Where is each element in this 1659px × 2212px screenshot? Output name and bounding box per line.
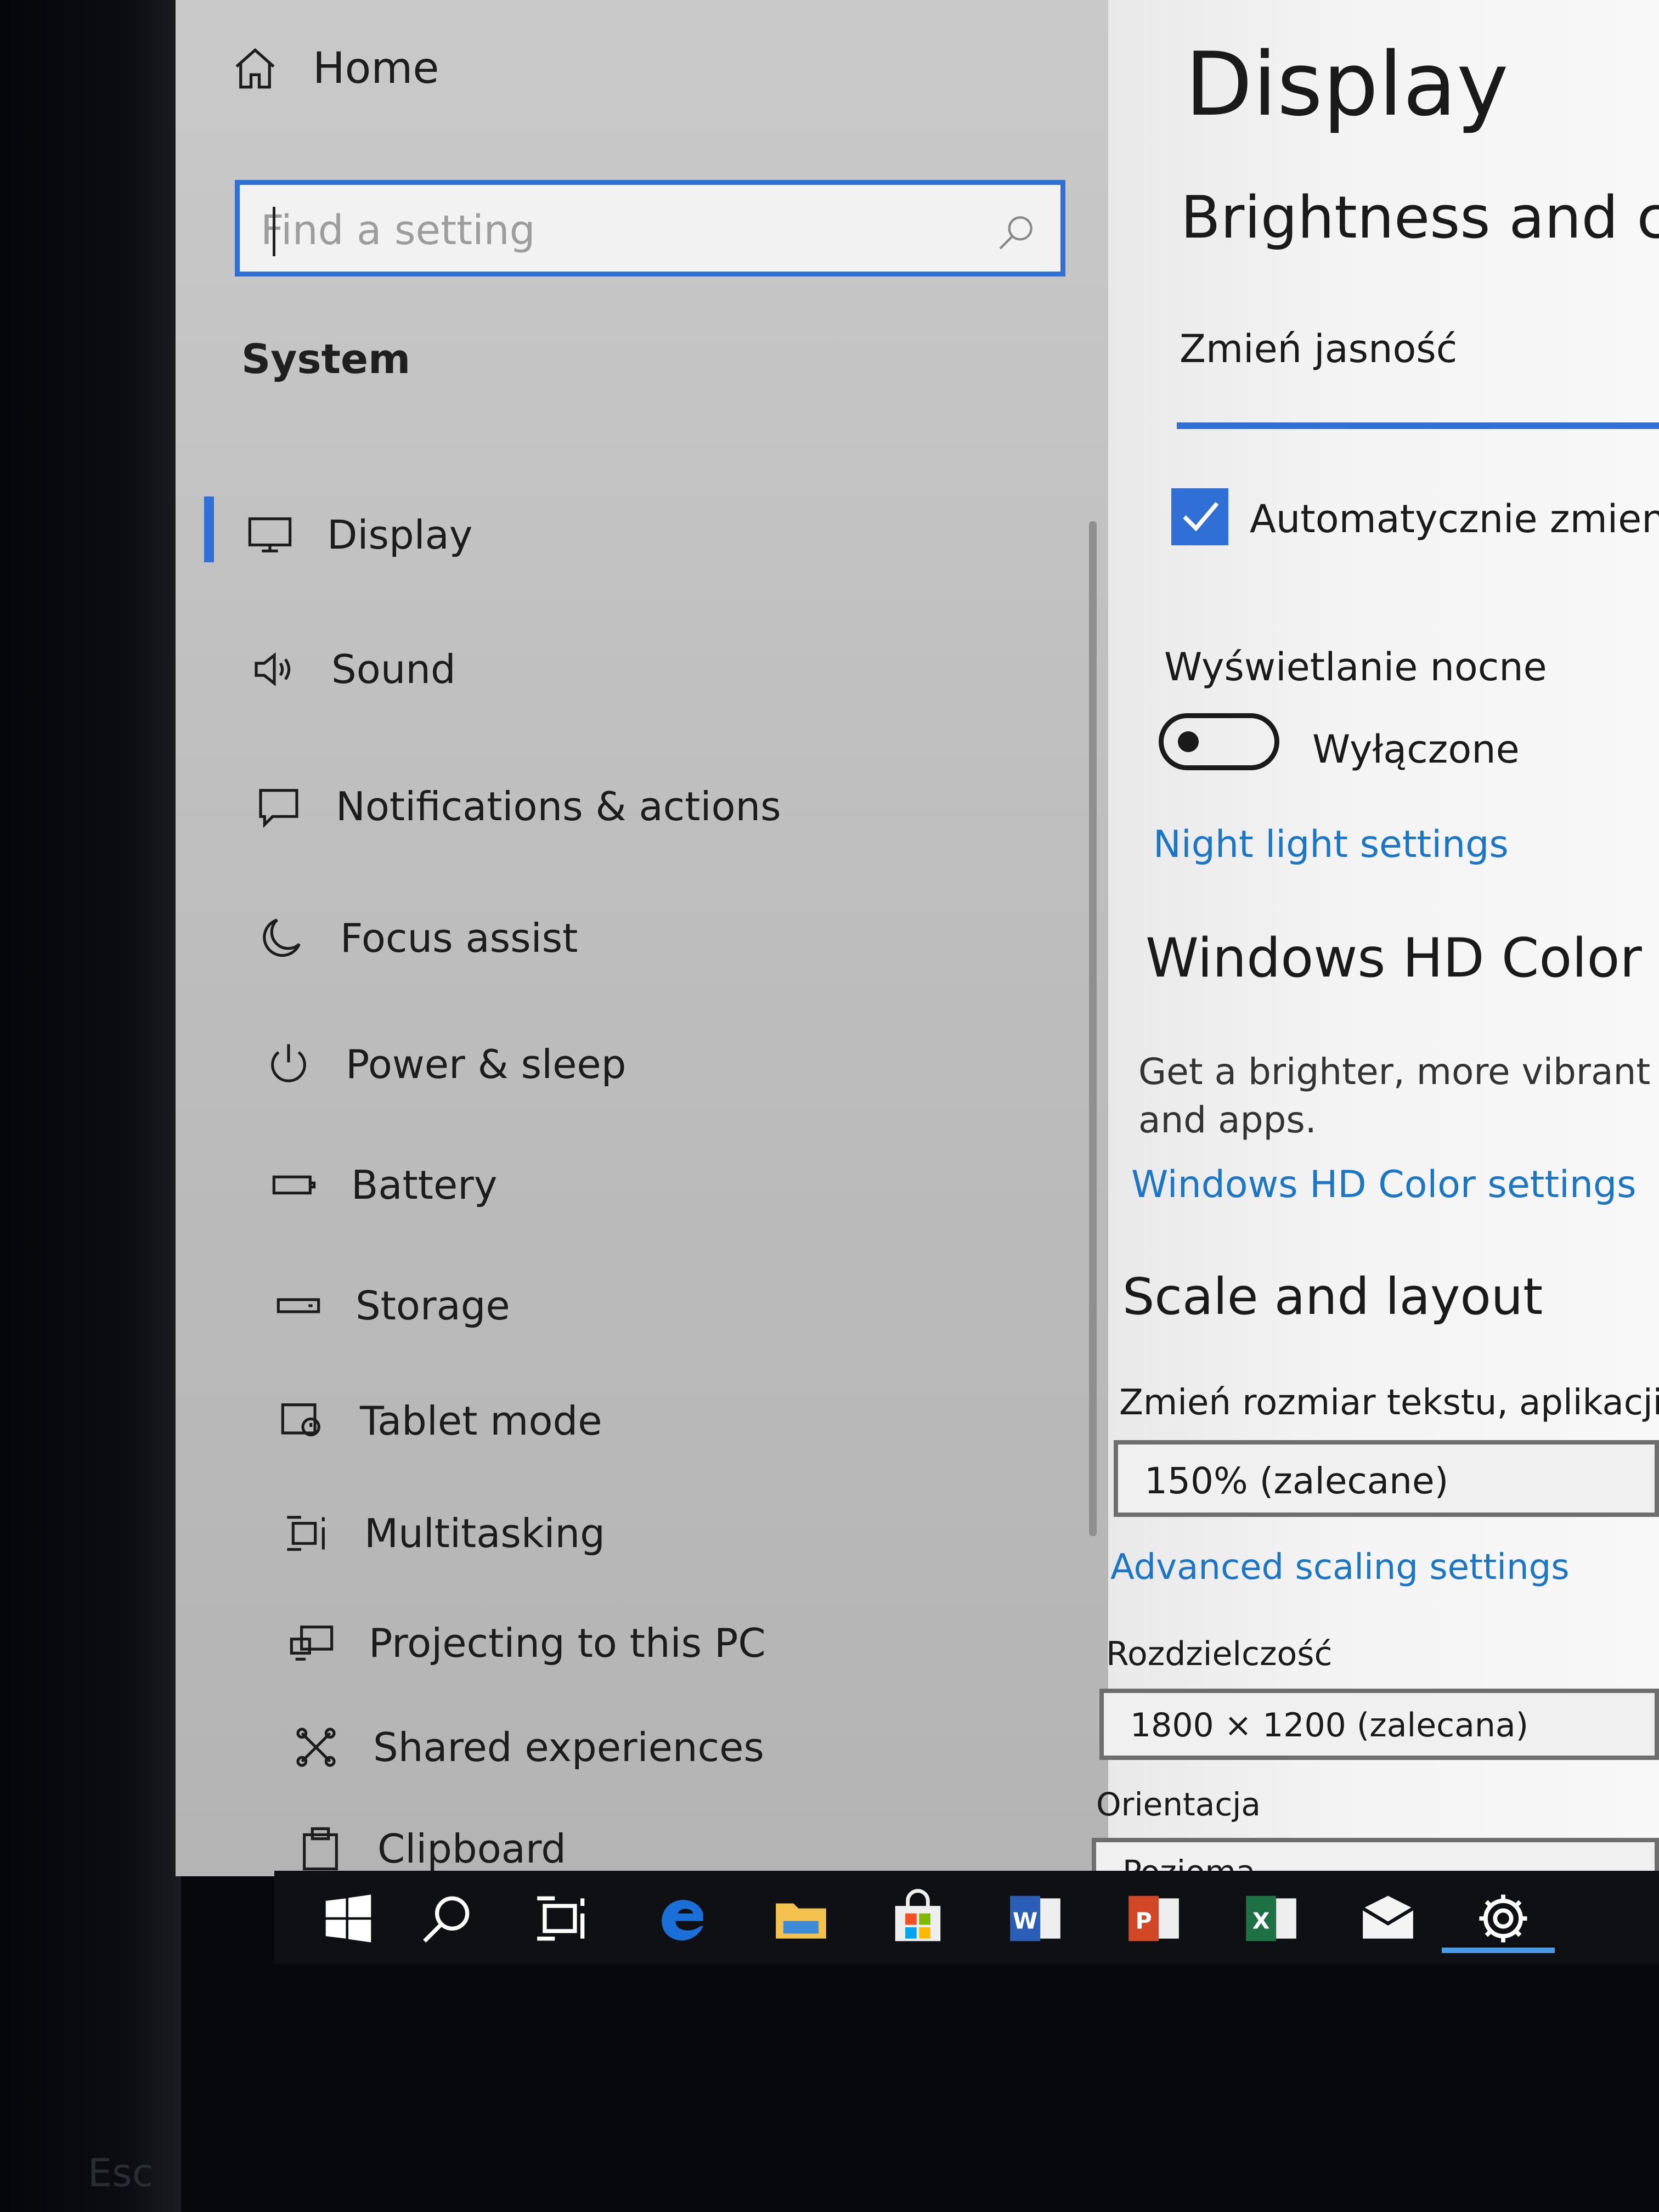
hd-color-desc-line1: Get a brighter, more vibrant pict: [1138, 1051, 1659, 1093]
home-label: Home: [313, 44, 439, 93]
speaker-icon: [255, 652, 291, 687]
svg-text:X: X: [1252, 1908, 1270, 1934]
nav-item-projecting[interactable]: Projecting to this PC: [287, 1610, 766, 1676]
checkmark-icon: [1183, 502, 1219, 532]
nav-item-clipboard[interactable]: Clipboard: [296, 1816, 566, 1876]
nav-item-storage[interactable]: Storage: [274, 1273, 510, 1339]
brightness-label: Zmień jasność: [1180, 326, 1458, 371]
text-caret: [273, 207, 275, 256]
night-light-toggle[interactable]: [1159, 713, 1279, 770]
esc-key: Esc: [88, 2151, 154, 2196]
resolution-dropdown[interactable]: 1800 × 1200 (zalecana): [1099, 1689, 1659, 1760]
search-icon[interactable]: [417, 1888, 477, 1949]
resolution-value: 1800 × 1200 (zalecana): [1130, 1706, 1529, 1745]
hd-color-description: Get a brighter, more vibrant pict and ap…: [1138, 1048, 1659, 1144]
battery-icon: [272, 1175, 316, 1195]
multitasking-icon: [287, 1516, 325, 1551]
search-icon[interactable]: [995, 210, 1039, 254]
home-button[interactable]: Home: [230, 38, 439, 99]
edge-icon[interactable]: [653, 1888, 713, 1949]
selected-indicator: [204, 496, 214, 562]
notification-icon: [259, 789, 298, 828]
orientation-label: Orientacja: [1096, 1786, 1261, 1823]
nav-item-tablet-mode[interactable]: Tablet mode: [279, 1388, 602, 1454]
section-title: System: [241, 336, 411, 383]
search-box[interactable]: [235, 180, 1065, 276]
page-title: Display: [1185, 33, 1509, 136]
power-icon: [271, 1044, 306, 1082]
advanced-scaling-link[interactable]: Advanced scaling settings: [1110, 1547, 1570, 1588]
mail-icon[interactable]: [1358, 1888, 1418, 1949]
brightness-slider[interactable]: [1177, 422, 1659, 429]
nav-item-label: Tablet mode: [360, 1398, 602, 1444]
nav-item-sound[interactable]: Sound: [250, 636, 456, 702]
auto-brightness-label: Automatycznie zmieniaj: [1250, 496, 1659, 541]
scale-label: Zmień rozmiar tekstu, aplikacji i inn: [1119, 1383, 1659, 1423]
active-app-indicator: [1442, 1948, 1555, 1953]
nav-item-label: Storage: [356, 1283, 510, 1329]
nav-item-label: Clipboard: [377, 1826, 566, 1872]
nav-item-label: Projecting to this PC: [369, 1620, 766, 1666]
hd-color-heading: Windows HD Color: [1146, 927, 1642, 990]
nav-item-label: Shared experiences: [373, 1724, 764, 1770]
svg-text:W: W: [1013, 1908, 1038, 1934]
powerpoint-icon[interactable]: P: [1124, 1888, 1184, 1949]
projecting-icon: [290, 1626, 334, 1661]
nav-item-multitasking[interactable]: Multitasking: [283, 1500, 605, 1566]
store-icon[interactable]: [888, 1888, 948, 1949]
nav-item-focus-assist[interactable]: Focus assist: [259, 905, 578, 971]
nav-item-label: Battery: [351, 1162, 498, 1208]
nav-item-label: Notifications & actions: [336, 783, 781, 830]
settings-gear-icon[interactable]: [1473, 1888, 1533, 1949]
hd-color-settings-link[interactable]: Windows HD Color settings: [1131, 1163, 1637, 1206]
home-icon: [235, 48, 275, 89]
search-input[interactable]: [259, 197, 964, 264]
toggle-knob: [1178, 731, 1199, 752]
monitor-icon: [248, 517, 292, 552]
hd-color-desc-line2: and apps.: [1138, 1099, 1317, 1141]
shared-experiences-icon: [296, 1728, 336, 1767]
night-light-state: Wyłączone: [1312, 727, 1520, 772]
storage-icon: [276, 1298, 320, 1313]
nav-item-label: Display: [327, 512, 473, 558]
nav-item-display[interactable]: Display: [246, 502, 472, 568]
scale-heading: Scale and layout: [1122, 1267, 1543, 1326]
nav-item-notifications[interactable]: Notifications & actions: [255, 774, 781, 839]
excel-icon[interactable]: X: [1241, 1888, 1301, 1949]
windows-start-icon[interactable]: [318, 1888, 379, 1949]
tablet-mode-icon: [281, 1403, 320, 1437]
night-light-settings-link[interactable]: Night light settings: [1153, 823, 1509, 866]
auto-brightness-checkbox[interactable]: [1171, 488, 1228, 545]
scale-value: 150% (zalecane): [1144, 1460, 1449, 1502]
nav-item-label: Multitasking: [364, 1510, 605, 1556]
nav-item-label: Sound: [331, 646, 456, 692]
nav-item-shared-experiences[interactable]: Shared experiences: [292, 1714, 764, 1780]
moon-icon: [263, 918, 301, 957]
file-explorer-icon[interactable]: [771, 1888, 831, 1949]
scale-dropdown[interactable]: 150% (zalecane): [1114, 1440, 1659, 1517]
sidebar-scrollbar[interactable]: [1089, 521, 1097, 1536]
svg-text:P: P: [1136, 1908, 1152, 1934]
nav-item-battery[interactable]: Battery: [270, 1152, 497, 1218]
night-light-label: Wyświetlanie nocne: [1164, 645, 1547, 690]
brightness-heading: Brightness and colo: [1181, 184, 1659, 251]
nav-item-label: Power & sleep: [346, 1041, 627, 1087]
clipboard-icon: [303, 1827, 338, 1871]
nav-item-label: Focus assist: [340, 915, 578, 961]
nav-item-power-sleep[interactable]: Power & sleep: [264, 1031, 626, 1097]
resolution-label: Rozdzielczość: [1106, 1635, 1333, 1673]
task-view-icon[interactable]: [532, 1888, 592, 1949]
word-icon[interactable]: W: [1005, 1888, 1065, 1949]
screen: Home System Display Sound Notifications …: [0, 0, 1659, 1876]
